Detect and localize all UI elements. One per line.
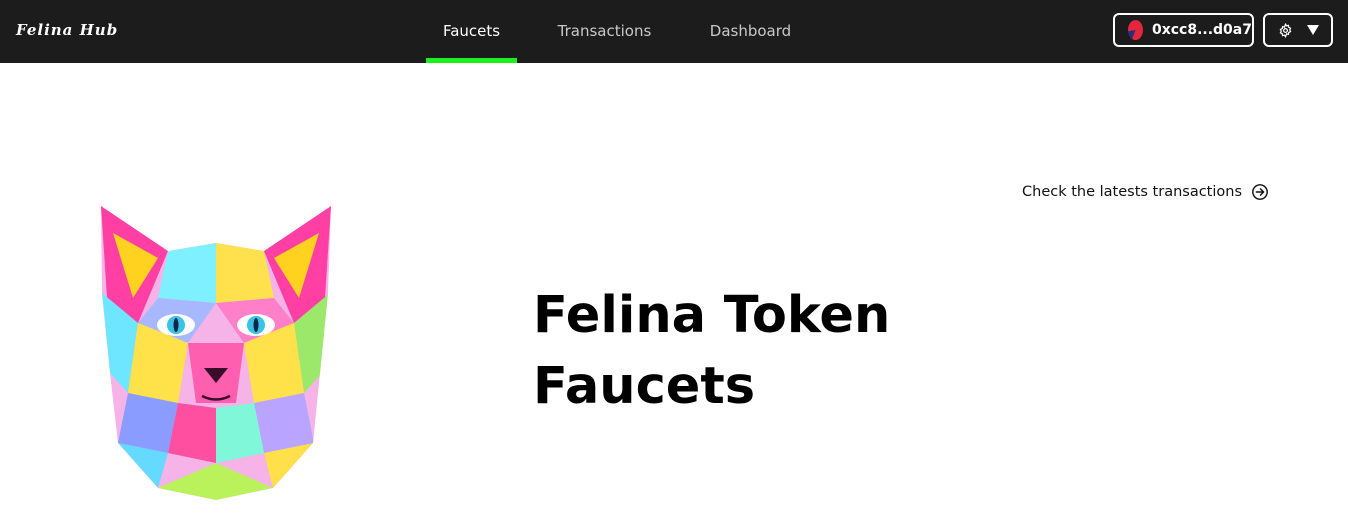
polygonal-cat-illustration — [101, 206, 331, 500]
latest-transactions-label: Check the latests transactions — [1022, 184, 1243, 200]
gear-icon — [1279, 22, 1291, 38]
wallet-address: 0xcc8...d0a7 — [1151, 22, 1252, 38]
settings-dropdown-button[interactable] — [1263, 13, 1333, 47]
arrow-circle-right-icon — [1252, 184, 1268, 200]
caret-down-icon — [1306, 25, 1319, 35]
tab-transactions[interactable]: Transactions — [548, 0, 661, 63]
page-title-line-1: Felina Token — [533, 286, 891, 345]
wallet-address-button[interactable]: 0xcc8...d0a7 — [1113, 13, 1254, 47]
wallet-avatar-icon — [1128, 20, 1143, 40]
app-logo[interactable]: Felina Hub — [16, 21, 118, 39]
top-navbar: Felina Hub Faucets Transactions Dashboar… — [0, 0, 1348, 63]
page-title-line-2: Faucets — [533, 357, 756, 416]
latest-transactions-link[interactable]: Check the latests transactions — [1022, 183, 1269, 201]
tab-dashboard[interactable]: Dashboard — [699, 0, 802, 63]
tab-faucets[interactable]: Faucets — [426, 0, 517, 63]
page-title: Felina Token Faucets — [533, 280, 953, 422]
